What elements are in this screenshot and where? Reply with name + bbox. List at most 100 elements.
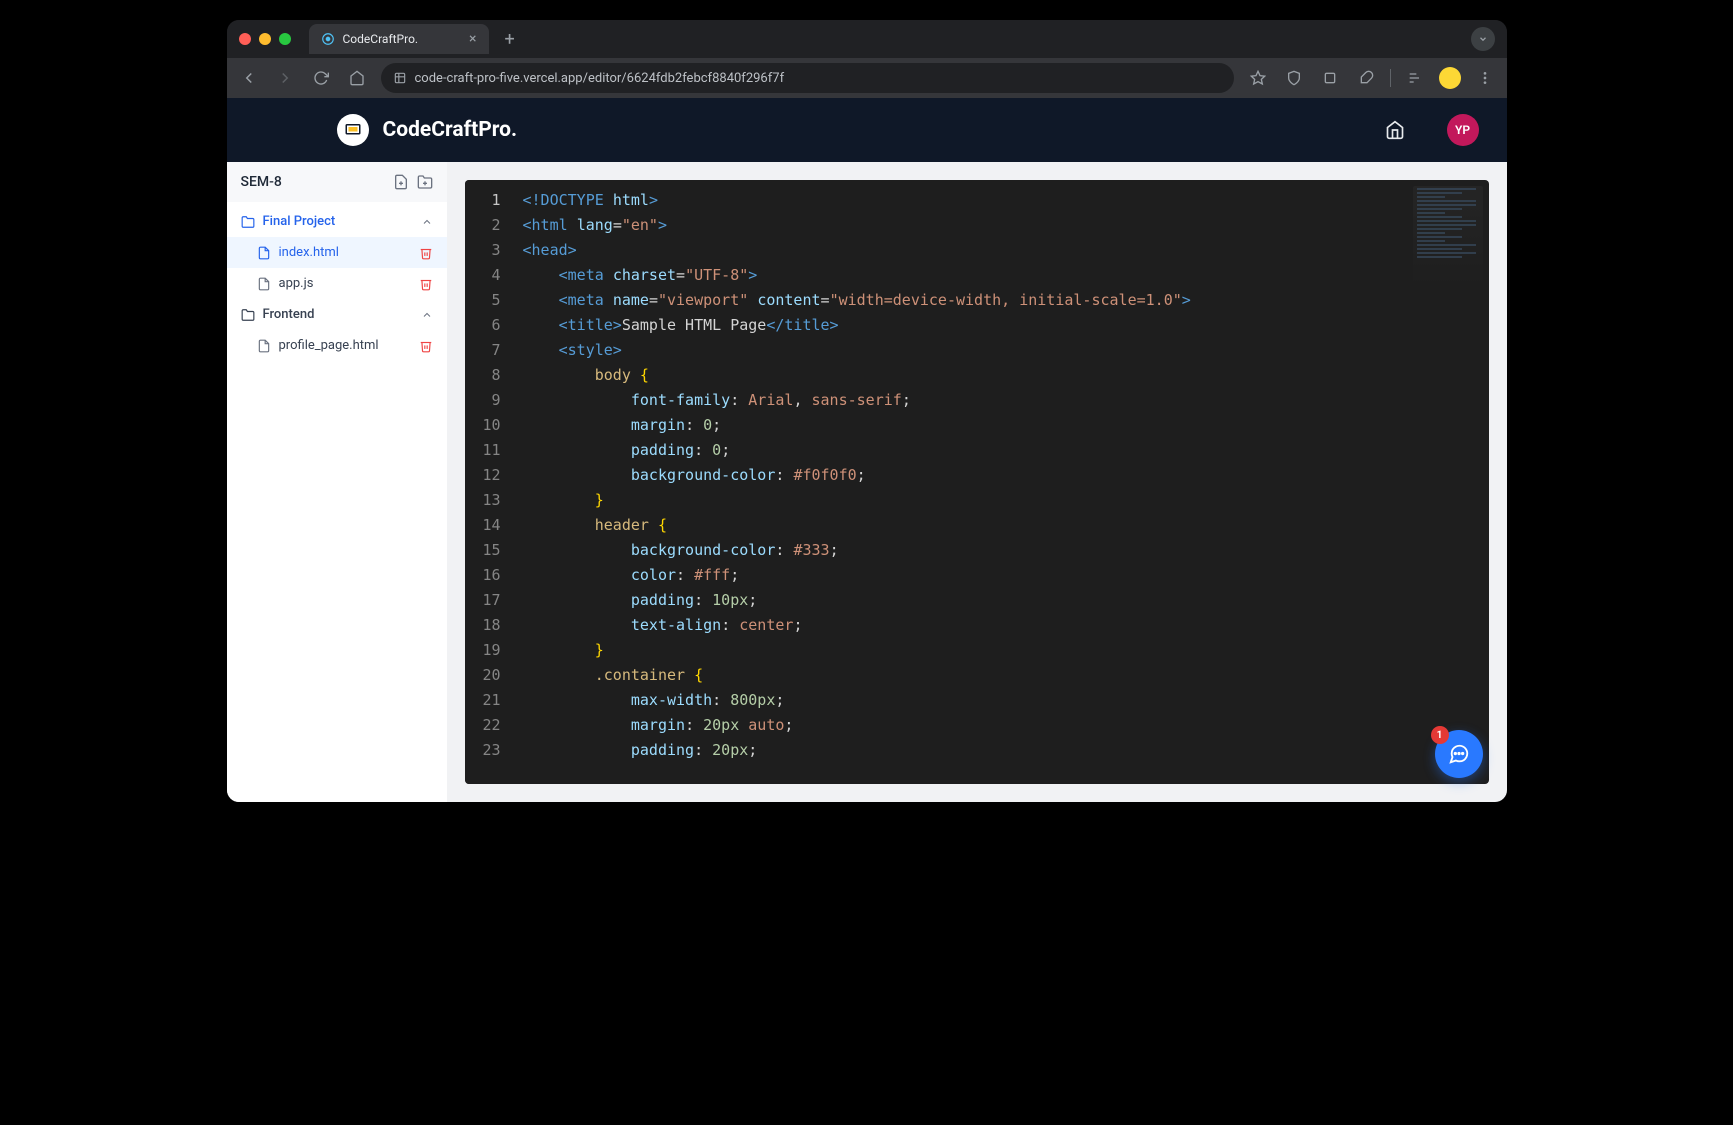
code-line: <head> xyxy=(523,238,1481,263)
chat-button[interactable]: 1 xyxy=(1435,730,1483,778)
line-gutter: 1234567891011121314151617181920212223 xyxy=(465,180,515,784)
logo-icon xyxy=(337,114,369,146)
shield-icon[interactable] xyxy=(1282,66,1306,90)
site-settings-icon[interactable] xyxy=(393,71,407,85)
delete-file-icon[interactable] xyxy=(419,246,433,260)
folder-icon xyxy=(241,215,255,229)
maximize-window-button[interactable] xyxy=(279,33,291,45)
code-line: color: #fff; xyxy=(523,563,1481,588)
project-name: SEM-8 xyxy=(241,174,282,190)
file-icon xyxy=(257,246,271,260)
line-number: 20 xyxy=(479,663,501,688)
app-body: SEM-8 Final Project index.html app.js Fr… xyxy=(227,162,1507,802)
back-button[interactable] xyxy=(237,66,261,90)
line-number: 23 xyxy=(479,738,501,763)
new-tab-button[interactable]: + xyxy=(497,29,523,50)
line-number: 3 xyxy=(479,238,501,263)
code-line: <meta charset="UTF-8"> xyxy=(523,263,1481,288)
code-line: padding: 20px; xyxy=(523,738,1481,763)
tab-favicon-icon xyxy=(321,32,335,46)
delete-file-icon[interactable] xyxy=(419,339,433,353)
chat-badge: 1 xyxy=(1431,726,1449,744)
file-icon xyxy=(257,277,271,291)
line-number: 10 xyxy=(479,413,501,438)
line-number: 16 xyxy=(479,563,501,588)
code-line: } xyxy=(523,638,1481,663)
line-number: 9 xyxy=(479,388,501,413)
code-line: padding: 0; xyxy=(523,438,1481,463)
chat-icon xyxy=(1448,743,1470,765)
forward-button[interactable] xyxy=(273,66,297,90)
folder-row[interactable]: Frontend xyxy=(227,299,447,330)
delete-file-icon[interactable] xyxy=(419,277,433,291)
code-editor[interactable]: 1234567891011121314151617181920212223 <!… xyxy=(465,180,1489,784)
file-label: app.js xyxy=(279,276,314,291)
line-number: 7 xyxy=(479,338,501,363)
line-number: 2 xyxy=(479,213,501,238)
line-number: 18 xyxy=(479,613,501,638)
folder-label: Final Project xyxy=(263,214,336,229)
chevron-up-icon[interactable] xyxy=(421,216,433,228)
minimap[interactable] xyxy=(1413,186,1483,296)
code-line: padding: 10px; xyxy=(523,588,1481,613)
brand-title: CodeCraftPro. xyxy=(383,118,518,142)
minimize-window-button[interactable] xyxy=(259,33,271,45)
bookmark-icon[interactable] xyxy=(1246,66,1270,90)
file-label: index.html xyxy=(279,245,339,260)
browser-tab[interactable]: CodeCraftPro. × xyxy=(309,24,489,54)
user-avatar[interactable]: YP xyxy=(1447,114,1479,146)
close-window-button[interactable] xyxy=(239,33,251,45)
line-number: 15 xyxy=(479,538,501,563)
code-line: <meta name="viewport" content="width=dev… xyxy=(523,288,1481,313)
address-bar[interactable]: code-craft-pro-five.vercel.app/editor/66… xyxy=(381,63,1234,93)
code-line: margin: 0; xyxy=(523,413,1481,438)
titlebar: CodeCraftPro. × + xyxy=(227,20,1507,58)
file-row[interactable]: profile_page.html xyxy=(227,330,447,361)
profile-button[interactable] xyxy=(1439,67,1461,89)
toolbar-right xyxy=(1246,66,1497,90)
reload-button[interactable] xyxy=(309,66,333,90)
file-row[interactable]: app.js xyxy=(227,268,447,299)
app-home-button[interactable] xyxy=(1381,116,1409,144)
code-line: <!DOCTYPE html> xyxy=(523,188,1481,213)
file-label: profile_page.html xyxy=(279,338,379,353)
code-line: font-family: Arial, sans-serif; xyxy=(523,388,1481,413)
code-line: body { xyxy=(523,363,1481,388)
folder-row[interactable]: Final Project xyxy=(227,206,447,237)
line-number: 13 xyxy=(479,488,501,513)
line-number: 1 xyxy=(479,188,501,213)
code-line: max-width: 800px; xyxy=(523,688,1481,713)
tab-close-icon[interactable]: × xyxy=(469,31,476,47)
line-number: 6 xyxy=(479,313,501,338)
line-number: 14 xyxy=(479,513,501,538)
toolbar-divider xyxy=(1390,69,1391,87)
code-line: <title>Sample HTML Page</title> xyxy=(523,313,1481,338)
code-line: margin: 20px auto; xyxy=(523,713,1481,738)
tab-title: CodeCraftPro. xyxy=(343,32,419,46)
menu-icon[interactable] xyxy=(1473,66,1497,90)
line-number: 21 xyxy=(479,688,501,713)
new-folder-icon[interactable] xyxy=(417,174,433,190)
line-number: 11 xyxy=(479,438,501,463)
code-line: background-color: #f0f0f0; xyxy=(523,463,1481,488)
code-line: .container { xyxy=(523,663,1481,688)
home-button[interactable] xyxy=(345,66,369,90)
extension-icon-1[interactable] xyxy=(1318,66,1342,90)
line-number: 8 xyxy=(479,363,501,388)
folder-icon xyxy=(241,308,255,322)
window-dropdown-button[interactable] xyxy=(1471,27,1495,51)
media-control-icon[interactable] xyxy=(1403,66,1427,90)
editor-panel: 1234567891011121314151617181920212223 <!… xyxy=(447,162,1507,802)
file-row[interactable]: index.html xyxy=(227,237,447,268)
code-line: } xyxy=(523,488,1481,513)
browser-toolbar: code-craft-pro-five.vercel.app/editor/66… xyxy=(227,58,1507,98)
new-file-icon[interactable] xyxy=(393,174,409,190)
line-number: 5 xyxy=(479,288,501,313)
file-sidebar: SEM-8 Final Project index.html app.js Fr… xyxy=(227,162,447,802)
code-content[interactable]: <!DOCTYPE html><html lang="en"><head> <m… xyxy=(515,180,1489,784)
avatar-initials: YP xyxy=(1455,123,1470,137)
code-line: text-align: center; xyxy=(523,613,1481,638)
chevron-up-icon[interactable] xyxy=(421,309,433,321)
project-header: SEM-8 xyxy=(227,162,447,202)
extensions-icon[interactable] xyxy=(1354,66,1378,90)
